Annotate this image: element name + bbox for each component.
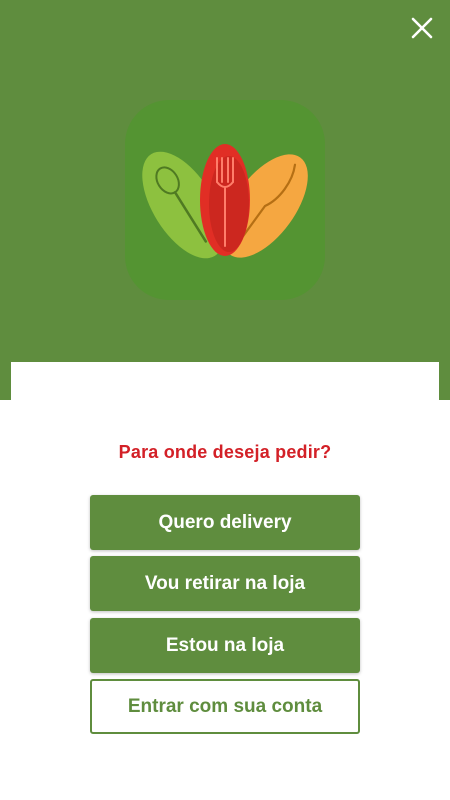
close-icon xyxy=(411,17,433,39)
close-button[interactable] xyxy=(408,14,436,42)
login-button[interactable]: Entrar com sua conta xyxy=(90,679,360,734)
in-store-button[interactable]: Estou na loja xyxy=(90,618,360,673)
order-type-card: Para onde deseja pedir? Quero delivery V… xyxy=(11,362,439,800)
order-question: Para onde deseja pedir? xyxy=(118,442,332,462)
app-logo-icon xyxy=(142,144,308,259)
header-banner xyxy=(0,0,450,400)
pickup-button[interactable]: Vou retirar na loja xyxy=(90,556,360,611)
app-logo xyxy=(125,100,325,300)
delivery-button[interactable]: Quero delivery xyxy=(90,495,360,550)
